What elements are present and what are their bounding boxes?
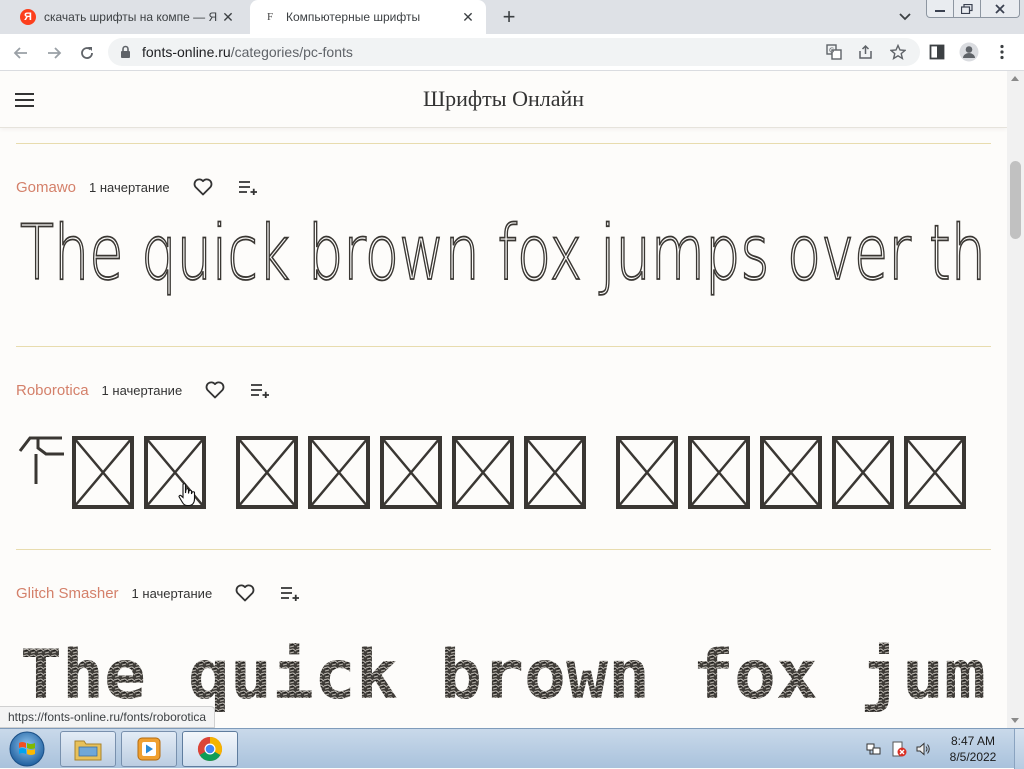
action-center-warning-icon[interactable] (891, 741, 907, 757)
svg-text:G: G (829, 47, 834, 55)
vertical-scrollbar[interactable] (1007, 71, 1024, 728)
font-name-link[interactable]: Glitch Smasher (16, 585, 119, 602)
tab-close-icon[interactable]: ✕ (218, 7, 238, 27)
hand-cursor-icon (178, 483, 196, 507)
volume-icon[interactable] (915, 741, 931, 757)
window-restore-button[interactable] (953, 0, 981, 18)
profile-avatar-icon[interactable] (959, 42, 979, 62)
favorite-heart-icon[interactable] (190, 174, 216, 200)
font-preview-glitch-smasher[interactable]: The quick brown fox jum (16, 636, 991, 716)
link-status-bubble: https://fonts-online.ru/fonts/roborotica (0, 706, 216, 728)
font-name-link[interactable]: Gomawo (16, 179, 76, 196)
lock-icon[interactable] (120, 45, 131, 64)
divider (16, 549, 991, 550)
forward-button[interactable] (41, 40, 67, 66)
font-meta-glitch-smasher: Glitch Smasher 1 начертание (16, 578, 322, 608)
missing-glyph-box (904, 436, 966, 509)
site-favicon-icon: F (266, 11, 274, 23)
tab-strip: Я скачать шрифты на компе — Ян ✕ F Компь… (0, 0, 1024, 34)
tab-pc-fonts[interactable]: F Компьютерные шрифты ✕ (250, 0, 486, 34)
missing-glyph-box (760, 436, 822, 509)
missing-glyph-box (308, 436, 370, 509)
chrome-icon (197, 737, 223, 762)
page-viewport: Шрифты Онлайн Gomawo 1 начертание The qu… (0, 71, 1007, 728)
address-bar[interactable]: fonts-online.ru/categories/pc-fonts G (108, 38, 920, 66)
preview-text: The quick brown fox jum (20, 636, 986, 715)
missing-glyph-preview (18, 436, 966, 509)
window-minimize-button[interactable] (926, 0, 954, 18)
font-preview-roborotica[interactable] (16, 426, 991, 516)
browser-menu-icon[interactable] (992, 42, 1012, 62)
missing-glyph-box (832, 436, 894, 509)
site-title[interactable]: Шрифты Онлайн (0, 86, 1007, 112)
media-player-icon (137, 737, 161, 761)
missing-glyph-box (380, 436, 442, 509)
folder-icon (74, 740, 102, 761)
favorite-heart-icon[interactable] (202, 377, 228, 403)
scroll-up-arrow-icon[interactable] (1011, 76, 1019, 81)
new-tab-button[interactable]: + (496, 4, 522, 29)
preview-text: The quick brown fox jumps over th (20, 219, 986, 297)
yandex-icon: Я (20, 9, 36, 25)
missing-glyph-box (616, 436, 678, 509)
font-name-link[interactable]: Roborotica (16, 382, 89, 399)
tab-yandex-search[interactable]: Я скачать шрифты на компе — Ян ✕ (8, 0, 246, 34)
taskbar-media-player-button[interactable] (121, 731, 177, 767)
font-styles-count: 1 начертание (101, 382, 183, 398)
network-icon[interactable] (866, 741, 882, 757)
share-icon[interactable] (857, 43, 875, 61)
taskbar-chrome-button[interactable] (182, 731, 238, 767)
bookmark-star-icon[interactable] (889, 43, 907, 61)
add-to-list-icon[interactable] (247, 377, 273, 403)
show-desktop-button[interactable] (1014, 729, 1024, 769)
side-panel-icon[interactable] (927, 42, 947, 62)
preview-text-svg: The quick brown fox jumps over th (19, 219, 987, 298)
divider (16, 346, 991, 347)
font-styles-count: 1 начертание (89, 179, 170, 195)
url-path: /categories/pc-fonts (230, 44, 353, 60)
taskbar-clock[interactable]: 8:47 AM 8/5/2022 (936, 733, 1010, 765)
start-button[interactable] (4, 729, 50, 769)
tab-search-chevron-icon[interactable] (896, 8, 914, 26)
tab-title: Компьютерные шрифты (286, 10, 421, 24)
font-meta-gomawo: Gomawo 1 начертание (16, 172, 280, 202)
font-meta-roborotica: Roborotica 1 начертание (16, 375, 292, 405)
back-button[interactable] (8, 40, 34, 66)
taskbar-explorer-button[interactable] (60, 731, 116, 767)
translate-icon[interactable]: G (825, 43, 843, 61)
url-text: fonts-online.ru/categories/pc-fonts (142, 44, 353, 60)
missing-glyph-box (72, 436, 134, 509)
font-styles-count: 1 начертание (131, 585, 213, 601)
missing-glyph-box (688, 436, 750, 509)
reload-button[interactable] (74, 40, 100, 66)
add-to-list-icon[interactable] (277, 580, 303, 606)
font-preview-gomawo[interactable]: The quick brown fox jumps over th (16, 219, 991, 314)
browser-toolbar: fonts-online.ru/categories/pc-fonts G (0, 34, 1024, 71)
window-close-button[interactable] (980, 0, 1020, 18)
windows-logo-icon (9, 731, 45, 767)
clock-time: 8:47 AM (950, 734, 996, 748)
glitch-preview-svg: The quick brown fox jum (20, 636, 986, 715)
site-header: Шрифты Онлайн (0, 71, 1007, 128)
missing-glyph-box (236, 436, 298, 509)
windows-taskbar: 8:47 AM 8/5/2022 (0, 728, 1024, 769)
add-to-list-icon[interactable] (235, 174, 261, 200)
favorite-heart-icon[interactable] (232, 580, 258, 606)
scrollbar-thumb[interactable] (1010, 161, 1021, 239)
tab-title: скачать шрифты на компе — Ян (44, 10, 218, 24)
scroll-down-arrow-icon[interactable] (1011, 718, 1019, 723)
divider (16, 143, 991, 144)
tab-close-icon[interactable]: ✕ (458, 7, 478, 27)
missing-glyph-box (524, 436, 586, 509)
glyph-t (18, 436, 64, 484)
url-domain: fonts-online.ru (142, 44, 231, 60)
missing-glyph-box (452, 436, 514, 509)
clock-date: 8/5/2022 (949, 750, 997, 764)
